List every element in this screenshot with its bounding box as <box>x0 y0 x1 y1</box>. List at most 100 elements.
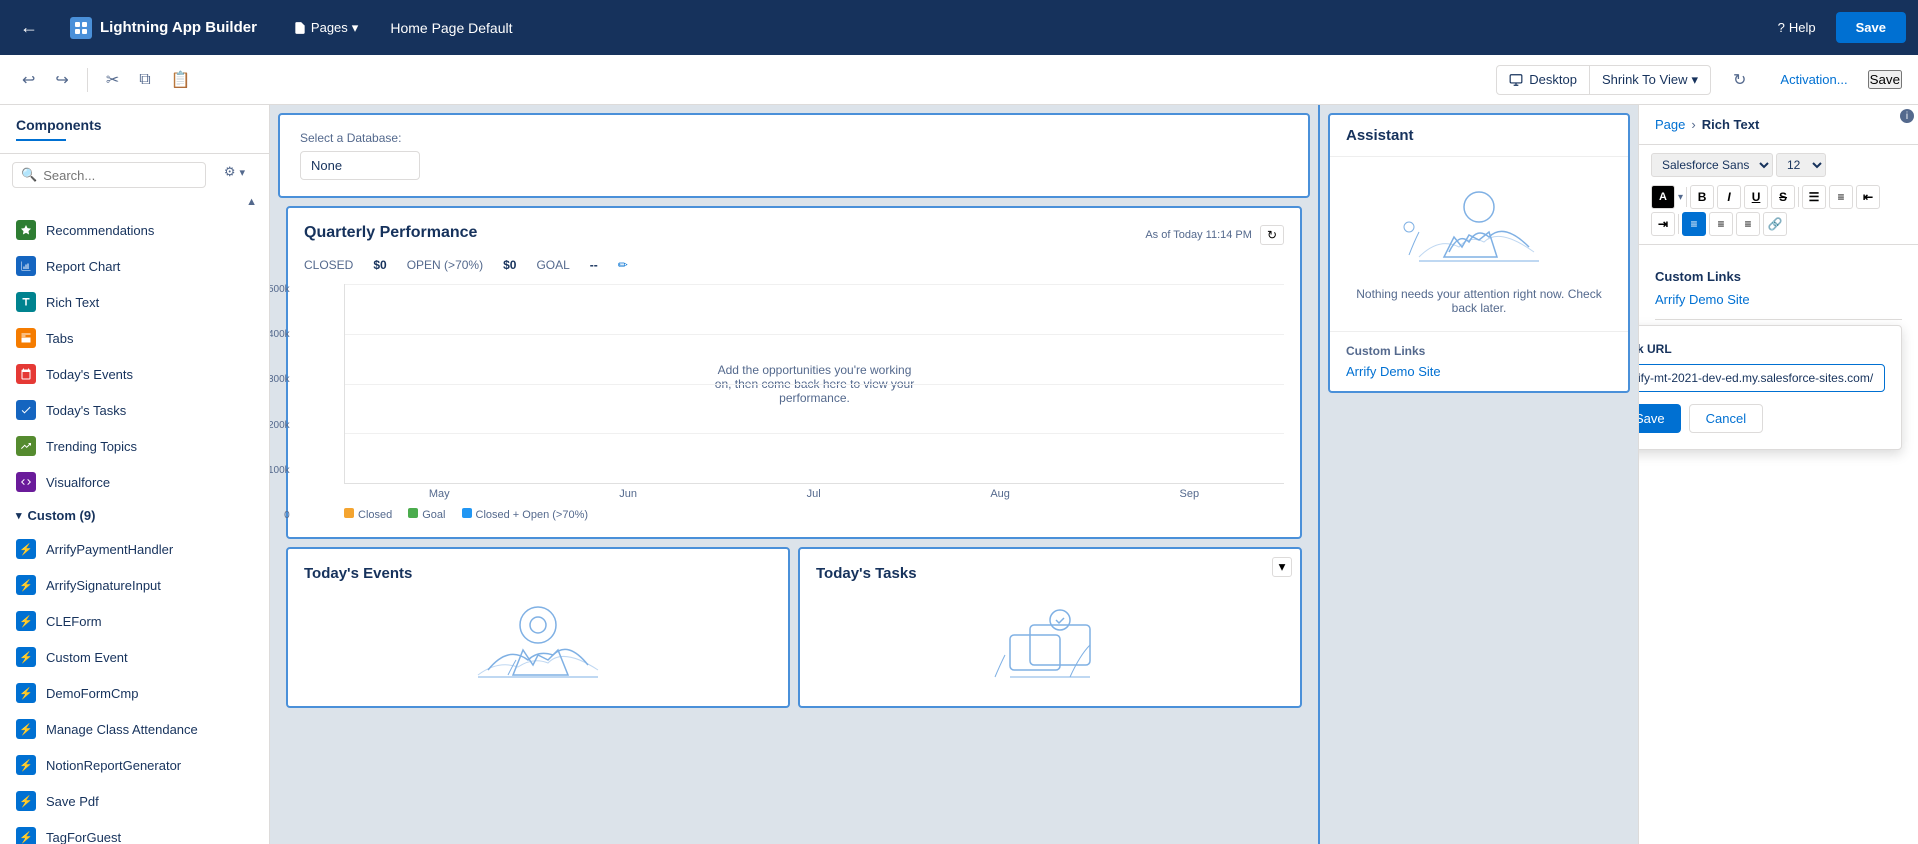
rich-text-icon <box>16 292 36 312</box>
todays-tasks-illustration <box>816 590 1284 690</box>
arrify-demo-site-link-panel[interactable]: Arrify Demo Site <box>1655 292 1750 307</box>
search-bar[interactable]: 🔍 <box>12 162 206 188</box>
chart-y-labels: 500k400k300k200k100k0 <box>270 284 294 521</box>
link-url-label: Link URL <box>1638 342 1885 356</box>
sidebar-item-manage-class-attendance[interactable]: ⚡ Manage Class Attendance <box>0 711 269 747</box>
chart-legend: Closed Goal Closed + Open (>70%) <box>344 508 1284 521</box>
font-size-select[interactable]: 12 <box>1776 153 1826 177</box>
custom-links-section-title: Custom Links <box>1655 269 1902 284</box>
align-center-button[interactable]: ≡ <box>1709 212 1733 236</box>
paste-button[interactable]: 📋 <box>165 64 197 96</box>
strikethrough-button[interactable]: S <box>1771 185 1795 209</box>
rte-sep-2 <box>1798 187 1799 207</box>
help-button[interactable]: ? Help <box>1766 14 1828 41</box>
sidebar-items: ▲ Recommendations Report Chart Rich Text <box>0 192 269 844</box>
panel-divider <box>1655 319 1902 320</box>
link-url-input[interactable] <box>1638 364 1885 392</box>
sidebar-item-recommendations[interactable]: Recommendations <box>0 212 269 248</box>
view-selector: Desktop Shrink To View ▾ <box>1496 65 1711 95</box>
underline-button[interactable]: U <box>1744 185 1768 209</box>
todays-tasks-icon <box>16 400 36 420</box>
sidebar-item-arrify-signature-input[interactable]: ⚡ ArrifySignatureInput <box>0 567 269 603</box>
toolbar-separator-1 <box>87 68 88 92</box>
sidebar-item-tag-for-guest[interactable]: ⚡ TagForGuest <box>0 819 269 844</box>
shrink-button[interactable]: Shrink To View ▾ <box>1589 66 1710 94</box>
top-nav: ← Lightning App Builder Pages ▾ Home Pag… <box>0 0 1918 55</box>
sidebar-item-custom-event[interactable]: ⚡ Custom Event <box>0 639 269 675</box>
sidebar-item-label-save-pdf: Save Pdf <box>46 794 99 809</box>
sidebar-item-save-pdf[interactable]: ⚡ Save Pdf <box>0 783 269 819</box>
chart-area: Add the opportunities you're working on,… <box>344 284 1284 484</box>
edit-goal-icon[interactable]: ✏ <box>618 258 628 272</box>
panel-info-icon[interactable]: i <box>1900 109 1914 123</box>
align-left-button[interactable]: ≡ <box>1682 212 1706 236</box>
sidebar-item-rich-text[interactable]: Rich Text <box>0 284 269 320</box>
toolbar-save-button[interactable]: Save <box>1868 70 1902 89</box>
redo-button[interactable]: ↪ <box>49 64 74 96</box>
custom-comp-icon-1: ⚡ <box>16 539 36 559</box>
refresh-button[interactable]: ↻ <box>1727 64 1752 96</box>
sidebar-item-label-manage-class-attendance: Manage Class Attendance <box>46 722 198 737</box>
unordered-list-button[interactable]: ☰ <box>1802 185 1826 209</box>
right-panel-breadcrumb: Page › Rich Text <box>1639 105 1918 145</box>
sidebar-item-visualforce[interactable]: Visualforce <box>0 464 269 500</box>
visualforce-icon <box>16 472 36 492</box>
indent-decrease-button[interactable]: ⇤ <box>1856 185 1880 209</box>
goal-label: GOAL <box>536 258 569 272</box>
settings-button[interactable]: ⚙ ▾ <box>224 164 245 180</box>
help-icon: ? <box>1778 20 1785 35</box>
todays-events-illustration <box>304 590 772 690</box>
pages-button[interactable]: Pages ▾ <box>281 14 370 42</box>
right-panel: Page › Rich Text i Salesforce Sans 12 A … <box>1638 105 1918 844</box>
todays-tasks-title: Today's Tasks <box>816 565 917 582</box>
sidebar-item-todays-tasks[interactable]: Today's Tasks <box>0 392 269 428</box>
search-input[interactable] <box>43 168 197 183</box>
recommendations-icon <box>16 220 36 240</box>
arrify-demo-site-link-assistant[interactable]: Arrify Demo Site <box>1346 364 1441 379</box>
sidebar-item-label-notion-report-generator: NotionReportGenerator <box>46 758 181 773</box>
toolbar: ↩ ↪ ✂ ⧉ 📋 Desktop Shrink To View ▾ ↻ Act… <box>0 55 1918 105</box>
custom-comp-icon-5: ⚡ <box>16 683 36 703</box>
link-popup-save-button[interactable]: Save <box>1638 404 1681 433</box>
todays-tasks-card: Today's Tasks ▾ <box>798 547 1302 708</box>
color-chevron-icon[interactable]: ▾ <box>1678 192 1683 203</box>
custom-section-chevron-icon: ▾ <box>16 509 22 522</box>
activation-button[interactable]: Activation... <box>1768 66 1859 93</box>
custom-comp-icon-7: ⚡ <box>16 755 36 775</box>
align-right-button[interactable]: ≡ <box>1736 212 1760 236</box>
db-select[interactable]: None <box>300 151 420 180</box>
sidebar-item-cle-form[interactable]: ⚡ CLEForm <box>0 603 269 639</box>
ordered-list-button[interactable]: ≡ <box>1829 185 1853 209</box>
sidebar-item-report-chart[interactable]: Report Chart <box>0 248 269 284</box>
scroll-up-arrow[interactable]: ▲ <box>0 192 269 212</box>
back-button[interactable]: ← <box>12 13 46 42</box>
link-popup-cancel-button[interactable]: Cancel <box>1689 404 1763 433</box>
quarterly-refresh-button[interactable]: ↻ <box>1260 225 1284 245</box>
sidebar-item-arrify-payment-handler[interactable]: ⚡ ArrifyPaymentHandler <box>0 531 269 567</box>
undo-button[interactable]: ↩ <box>16 64 41 96</box>
copy-button[interactable]: ⧉ <box>133 65 156 95</box>
italic-button[interactable]: I <box>1717 185 1741 209</box>
sidebar-item-trending-topics[interactable]: Trending Topics <box>0 428 269 464</box>
app-title-text: Lightning App Builder <box>100 19 257 36</box>
closed-label: CLOSED <box>304 258 353 272</box>
search-icon: 🔍 <box>21 167 37 183</box>
breadcrumb-page[interactable]: Page <box>1655 117 1685 132</box>
save-button[interactable]: Save <box>1836 12 1906 43</box>
cut-button[interactable]: ✂ <box>100 64 125 96</box>
bold-button[interactable]: B <box>1690 185 1714 209</box>
sidebar-item-demo-form-cmp[interactable]: ⚡ DemoFormCmp <box>0 675 269 711</box>
custom-comp-icon-6: ⚡ <box>16 719 36 739</box>
trending-topics-icon <box>16 436 36 456</box>
font-color-button[interactable]: A <box>1651 185 1675 209</box>
todays-tasks-dropdown-button[interactable]: ▾ <box>1272 557 1292 577</box>
sidebar-item-notion-report-generator[interactable]: ⚡ NotionReportGenerator <box>0 747 269 783</box>
indent-increase-button[interactable]: ⇥ <box>1651 212 1675 236</box>
font-family-select[interactable]: Salesforce Sans <box>1651 153 1773 177</box>
sidebar-item-tabs[interactable]: Tabs <box>0 320 269 356</box>
closed-value: $0 <box>373 258 386 272</box>
chart-x-labels: MayJunJulAugSep <box>344 488 1284 500</box>
sidebar-item-todays-events[interactable]: Today's Events <box>0 356 269 392</box>
link-button[interactable]: 🔗 <box>1763 212 1787 236</box>
custom-section-header[interactable]: ▾ Custom (9) <box>0 500 269 531</box>
